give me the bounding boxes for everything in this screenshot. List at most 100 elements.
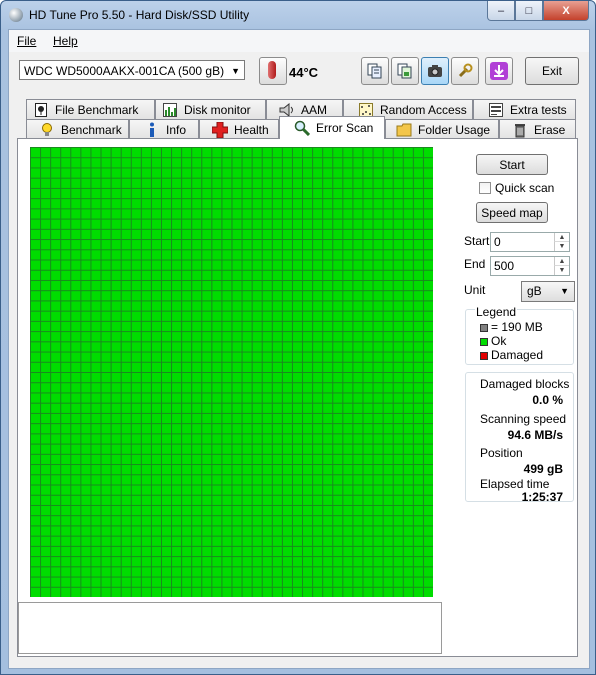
end-input[interactable]: 500 ▲ ▼ bbox=[490, 256, 570, 276]
scan-block bbox=[232, 158, 242, 168]
scan-block bbox=[353, 495, 363, 505]
scan-block bbox=[292, 362, 303, 372]
tab-erase[interactable]: Erase bbox=[499, 119, 576, 139]
scan-block bbox=[303, 342, 313, 352]
screenshot-button[interactable] bbox=[421, 57, 449, 85]
quick-scan-label: Quick scan bbox=[495, 181, 555, 195]
start-button[interactable]: Start bbox=[476, 154, 548, 175]
scan-block bbox=[403, 332, 413, 342]
scan-block bbox=[212, 199, 222, 209]
scan-block bbox=[403, 424, 413, 434]
tab-disk-monitor[interactable]: Disk monitor bbox=[155, 99, 266, 119]
scan-block bbox=[111, 465, 121, 475]
scan-block bbox=[51, 546, 61, 557]
scan-block bbox=[262, 178, 272, 188]
scan-block bbox=[232, 311, 242, 321]
scan-block bbox=[313, 516, 323, 526]
scan-block bbox=[252, 516, 262, 526]
scan-block bbox=[343, 148, 353, 158]
scan-block bbox=[182, 270, 192, 280]
tab-info[interactable]: Info bbox=[129, 119, 199, 139]
tab-health[interactable]: Health bbox=[199, 119, 279, 139]
copy-image-button[interactable] bbox=[391, 57, 419, 85]
tab-benchmark[interactable]: Benchmark bbox=[26, 119, 129, 139]
start-input[interactable]: 0 ▲ ▼ bbox=[490, 232, 570, 252]
maximize-button[interactable]: □ bbox=[515, 1, 543, 21]
title-bar[interactable]: HD Tune Pro 5.50 - Hard Disk/SSD Utility… bbox=[1, 1, 595, 29]
scan-block bbox=[222, 557, 232, 567]
scan-block bbox=[202, 158, 212, 168]
temperature-button[interactable] bbox=[259, 57, 287, 85]
drive-select[interactable]: WDC WD5000AAKX-001CA (500 gB) ▼ bbox=[19, 60, 245, 80]
scan-block bbox=[51, 280, 61, 291]
end-spin-down-icon[interactable]: ▼ bbox=[554, 265, 569, 275]
scan-block bbox=[393, 526, 403, 536]
scan-block bbox=[91, 557, 101, 567]
scan-block bbox=[252, 168, 262, 178]
scan-block bbox=[151, 475, 161, 485]
menu-help[interactable]: Help bbox=[53, 34, 78, 48]
tab-error-scan[interactable]: Error Scan bbox=[279, 116, 385, 139]
scan-block bbox=[151, 219, 161, 229]
scan-block bbox=[161, 260, 172, 270]
scan-block bbox=[282, 424, 292, 434]
scan-block bbox=[121, 260, 131, 270]
scan-block bbox=[313, 434, 323, 444]
scan-block bbox=[81, 301, 91, 311]
menu-file-label: File bbox=[17, 34, 37, 48]
scan-block bbox=[353, 260, 363, 270]
scan-block bbox=[343, 434, 353, 444]
start-spin-down-icon[interactable]: ▼ bbox=[554, 241, 569, 251]
scan-block bbox=[31, 424, 41, 434]
scan-block bbox=[333, 383, 343, 393]
scan-block bbox=[353, 199, 363, 209]
quick-scan-checkbox[interactable] bbox=[479, 182, 491, 194]
scan-block bbox=[353, 546, 363, 557]
scan-block bbox=[202, 567, 212, 577]
minimize-button[interactable]: – bbox=[487, 1, 515, 21]
scan-block bbox=[192, 229, 202, 240]
scan-block bbox=[81, 362, 91, 372]
speed-map-button[interactable]: Speed map bbox=[476, 202, 548, 223]
scan-block bbox=[303, 434, 313, 444]
tab-extra-tests[interactable]: Extra tests bbox=[473, 99, 576, 119]
scan-block bbox=[161, 587, 172, 597]
scan-block bbox=[242, 352, 252, 362]
scan-block bbox=[313, 240, 323, 250]
copy-image-icon bbox=[397, 63, 412, 79]
scan-block bbox=[272, 362, 282, 372]
scan-block bbox=[423, 332, 433, 342]
scan-block bbox=[91, 362, 101, 372]
exit-button[interactable]: Exit bbox=[525, 57, 579, 85]
scan-block bbox=[31, 321, 41, 332]
scan-block bbox=[61, 229, 71, 240]
tab-folder-usage[interactable]: Folder Usage bbox=[385, 119, 499, 139]
scan-block bbox=[101, 311, 111, 321]
scan-block bbox=[222, 475, 232, 485]
scan-block bbox=[151, 485, 161, 495]
scan-block bbox=[81, 383, 91, 393]
save-download-button[interactable] bbox=[485, 57, 513, 85]
close-button[interactable]: X bbox=[543, 1, 589, 21]
app-disk-icon[interactable] bbox=[9, 8, 23, 22]
scan-block bbox=[161, 321, 172, 332]
unit-select[interactable]: gB ▼ bbox=[521, 281, 575, 302]
options-button[interactable] bbox=[451, 57, 479, 85]
scan-block bbox=[91, 158, 101, 168]
scan-block bbox=[141, 536, 151, 546]
menu-file[interactable]: File bbox=[17, 34, 36, 48]
scan-block bbox=[282, 505, 292, 516]
scan-block bbox=[172, 403, 182, 413]
tab-file-benchmark[interactable]: File Benchmark bbox=[26, 99, 155, 119]
scan-log-box[interactable] bbox=[18, 602, 442, 654]
scan-block bbox=[172, 342, 182, 352]
scan-block bbox=[91, 577, 101, 587]
scan-block bbox=[423, 465, 433, 475]
copy-text-button[interactable] bbox=[361, 57, 389, 85]
scan-block bbox=[101, 168, 111, 178]
scan-block bbox=[222, 291, 232, 301]
scan-block bbox=[383, 485, 393, 495]
scan-block bbox=[413, 362, 423, 372]
scan-block bbox=[413, 301, 423, 311]
scan-block bbox=[262, 587, 272, 597]
